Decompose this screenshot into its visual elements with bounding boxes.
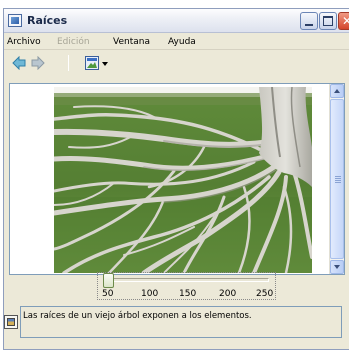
- menu-bar: Archivo Edición Ventana Ayuda: [4, 34, 349, 50]
- toolbar-separator: [68, 55, 69, 71]
- menu-edicion: Edición: [57, 37, 90, 47]
- forward-arrow-icon[interactable]: [31, 56, 45, 70]
- maximize-button[interactable]: [319, 12, 337, 30]
- zoom-slider[interactable]: 50 100 150 200 250: [97, 272, 276, 300]
- tree-roots-photo: [54, 87, 312, 273]
- minimize-button[interactable]: [300, 12, 318, 30]
- back-arrow-icon[interactable]: [12, 56, 26, 70]
- scroll-down-button[interactable]: [330, 260, 344, 274]
- menu-ventana[interactable]: Ventana: [113, 37, 150, 47]
- title-bar[interactable]: Raíces ✕: [4, 9, 349, 33]
- scroll-down-icon: [334, 265, 340, 269]
- close-button[interactable]: ✕: [338, 12, 349, 30]
- grip-icon: [335, 176, 341, 183]
- picture-icon: [4, 315, 18, 329]
- picture-view-icon[interactable]: [85, 56, 99, 70]
- scroll-thumb[interactable]: [330, 99, 344, 259]
- slider-thumb[interactable]: [103, 273, 114, 288]
- scroll-up-icon: [334, 89, 340, 93]
- scroll-up-button[interactable]: [330, 84, 344, 98]
- maximize-icon: [323, 16, 333, 26]
- app-icon: [8, 14, 22, 27]
- image-viewer: [9, 83, 345, 275]
- minimize-icon: [305, 24, 313, 26]
- menu-archivo[interactable]: Archivo: [7, 37, 41, 47]
- view-dropdown-caret-icon[interactable]: [102, 62, 108, 66]
- window-title: Raíces: [27, 14, 68, 27]
- slider-tick-label: 150: [179, 289, 197, 299]
- status-box: Las raíces de un viejo árbol exponen a l…: [20, 306, 342, 338]
- slider-track[interactable]: [105, 278, 269, 282]
- slider-tick-label: 200: [219, 289, 237, 299]
- slider-tick-label: 250: [256, 289, 274, 299]
- menu-ayuda[interactable]: Ayuda: [168, 37, 196, 47]
- close-icon: ✕: [342, 15, 349, 27]
- slider-tick-label: 100: [141, 289, 159, 299]
- vertical-scrollbar[interactable]: [329, 84, 344, 274]
- toolbar: [4, 51, 349, 75]
- status-text: Las raíces de un viejo árbol exponen a l…: [23, 311, 252, 321]
- slider-tick-label: 50: [102, 289, 114, 299]
